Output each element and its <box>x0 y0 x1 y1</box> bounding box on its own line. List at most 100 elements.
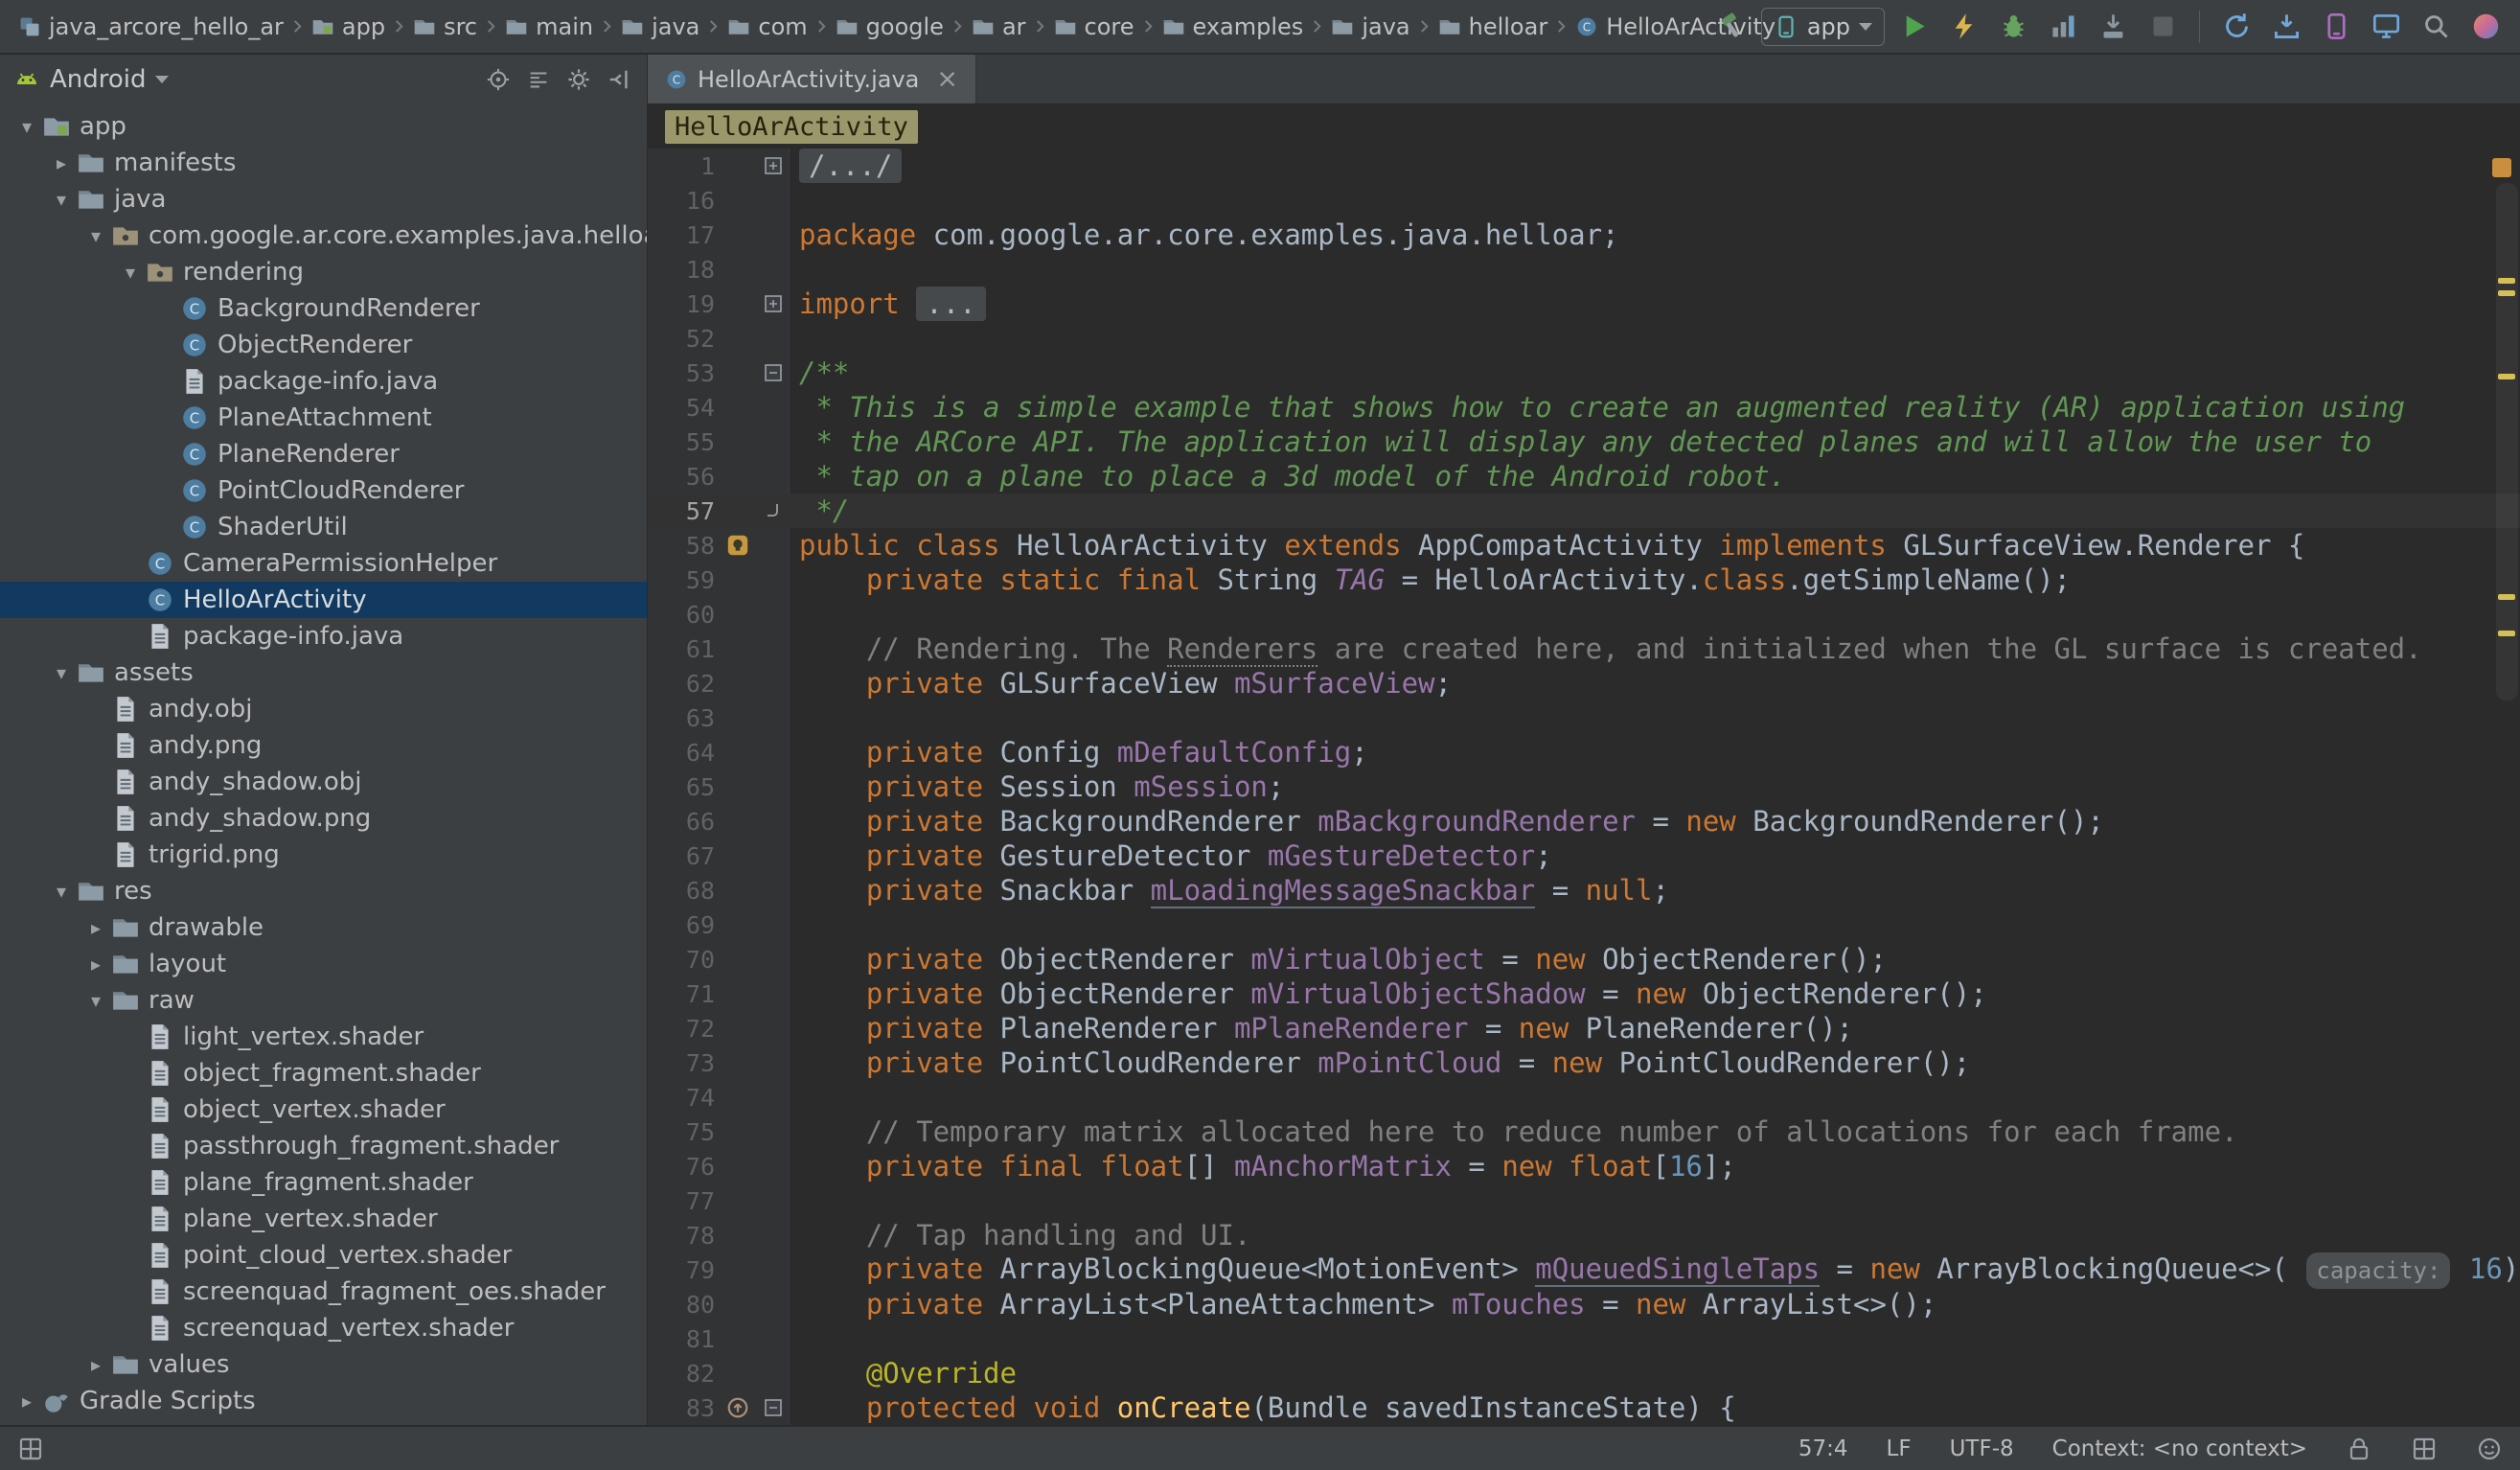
warning-stripe-mark[interactable] <box>2498 278 2515 284</box>
code-line-53[interactable]: 53/** <box>648 356 2520 390</box>
code-line-1[interactable]: 1/.../ <box>648 149 2520 183</box>
tree-item-plane-fragment-shader[interactable]: plane_fragment.shader <box>0 1164 647 1201</box>
fold-marker-end[interactable] <box>757 500 790 521</box>
code-line-74[interactable]: 74 <box>648 1080 2520 1114</box>
caret-position-widget[interactable]: 57:4 <box>1798 1436 1848 1461</box>
fold-marker-minus[interactable] <box>757 362 790 383</box>
code-line-78[interactable]: 78 // Tap handling and UI. <box>648 1218 2520 1252</box>
fold-marker-plus[interactable] <box>757 293 790 314</box>
code-line-16[interactable]: 16 <box>648 183 2520 218</box>
debug-button[interactable] <box>1992 6 2034 48</box>
tree-item-light-vertex-shader[interactable]: light_vertex.shader <box>0 1019 647 1055</box>
code-line-59[interactable]: 59 private static final String TAG = Hel… <box>648 563 2520 597</box>
code-line-63[interactable]: 63 <box>648 701 2520 735</box>
tree-item-package-info-java[interactable]: package-info.java <box>0 618 647 655</box>
code-line-79[interactable]: 79 private ArrayBlockingQueue<MotionEven… <box>648 1252 2520 1287</box>
chevron-down-icon[interactable]: ▾ <box>48 188 75 211</box>
code-line-73[interactable]: 73 private PointCloudRenderer mPointClou… <box>648 1045 2520 1080</box>
stop-button[interactable] <box>2142 6 2184 48</box>
lock-icon[interactable] <box>2346 1436 2372 1462</box>
tree-item-manifests[interactable]: ▸manifests <box>0 145 647 181</box>
code-line-76[interactable]: 76 private final float[] mAnchorMatrix =… <box>648 1149 2520 1183</box>
apply-changes-button[interactable] <box>1942 6 1984 48</box>
tree-item-backgroundrenderer[interactable]: CBackgroundRenderer <box>0 290 647 327</box>
chevron-right-icon[interactable]: ▸ <box>82 1353 109 1376</box>
code-line-61[interactable]: 61 // Rendering. The Renderers are creat… <box>648 632 2520 666</box>
code-line-72[interactable]: 72 private PlaneRenderer mPlaneRenderer … <box>648 1011 2520 1045</box>
tree-item-com-google-ar-core-examples-java-helloar[interactable]: ▾com.google.ar.core.examples.java.helloa… <box>0 218 647 254</box>
code-line-64[interactable]: 64 private Config mDefaultConfig; <box>648 735 2520 769</box>
code-line-60[interactable]: 60 <box>648 597 2520 632</box>
chevron-down-icon[interactable]: ▾ <box>13 115 40 138</box>
hide-panel-button[interactable] <box>601 61 637 98</box>
warning-stripe-mark[interactable] <box>2498 631 2515 636</box>
tree-item-trigrid-png[interactable]: trigrid.png <box>0 837 647 873</box>
layout-inspector-button[interactable] <box>2365 6 2407 48</box>
encoding-widget[interactable]: UTF-8 <box>1950 1436 2014 1461</box>
tree-item-gradle-scripts[interactable]: ▸Gradle Scripts <box>0 1383 647 1419</box>
chevron-down-icon[interactable]: ▾ <box>117 261 144 284</box>
code-line-77[interactable]: 77 <box>648 1183 2520 1218</box>
inspections-profile-icon[interactable] <box>2476 1436 2503 1462</box>
chevron-down-icon[interactable]: ▾ <box>48 661 75 684</box>
code-line-17[interactable]: 17package com.google.ar.core.examples.ja… <box>648 218 2520 252</box>
chevron-down-icon[interactable]: ▾ <box>48 880 75 903</box>
chevron-right-icon[interactable]: ▸ <box>82 916 109 939</box>
tree-item-screenquad-fragment-oes-shader[interactable]: screenquad_fragment_oes.shader <box>0 1274 647 1310</box>
run-config-chip[interactable]: app <box>1761 8 1885 46</box>
tree-item-andy-obj[interactable]: andy.obj <box>0 691 647 727</box>
tree-item-rendering[interactable]: ▾rendering <box>0 254 647 290</box>
code-line-68[interactable]: 68 private Snackbar mLoadingMessageSnack… <box>648 873 2520 907</box>
tree-item-res[interactable]: ▾res <box>0 873 647 909</box>
inspection-indicator[interactable] <box>2492 158 2511 177</box>
code-line-80[interactable]: 80 private ArrayList<PlaneAttachment> mT… <box>648 1287 2520 1321</box>
tree-item-package-info-java[interactable]: package-info.java <box>0 363 647 400</box>
line-ending-widget[interactable]: LF <box>1887 1436 1912 1461</box>
breadcrumb-item-com[interactable]: com <box>722 11 812 42</box>
chevron-down-icon[interactable]: ▾ <box>82 989 109 1012</box>
fold-marker-plus[interactable] <box>757 155 790 176</box>
fold-marker-minus[interactable] <box>757 1397 790 1418</box>
tree-item-object-fragment-shader[interactable]: object_fragment.shader <box>0 1055 647 1091</box>
settings-gear-button[interactable] <box>561 61 597 98</box>
code-line-54[interactable]: 54 * This is a simple example that shows… <box>648 390 2520 425</box>
code-line-62[interactable]: 62 private GLSurfaceView mSurfaceView; <box>648 666 2520 701</box>
current-scope-chip[interactable]: HelloArActivity <box>665 110 918 144</box>
code-line-67[interactable]: 67 private GestureDetector mGestureDetec… <box>648 838 2520 873</box>
breadcrumb-item-main[interactable]: main <box>500 11 598 42</box>
tree-item-shaderutil[interactable]: CShaderUtil <box>0 509 647 545</box>
breadcrumb-item-examples[interactable]: examples <box>1157 11 1309 42</box>
breadcrumb-item-java[interactable]: java <box>616 11 704 42</box>
tree-item-andy-shadow-obj[interactable]: andy_shadow.obj <box>0 764 647 800</box>
tree-item-assets[interactable]: ▾assets <box>0 655 647 691</box>
breadcrumb-item-app[interactable]: app <box>307 11 390 42</box>
locate-file-button[interactable] <box>480 61 516 98</box>
toolwindow-switcher-icon[interactable] <box>17 1436 44 1462</box>
chevron-down-icon[interactable]: ▾ <box>82 224 109 247</box>
code-line-82[interactable]: 82 @Override <box>648 1356 2520 1390</box>
code-line-18[interactable]: 18 <box>648 252 2520 287</box>
avd-manager-button[interactable] <box>2315 6 2357 48</box>
tree-item-planeattachment[interactable]: CPlaneAttachment <box>0 400 647 436</box>
tree-item-passthrough-fragment-shader[interactable]: passthrough_fragment.shader <box>0 1128 647 1164</box>
panels-icon[interactable] <box>2411 1436 2438 1462</box>
tree-item-drawable[interactable]: ▸drawable <box>0 909 647 946</box>
profile-avatar[interactable] <box>2464 6 2507 48</box>
tree-item-point-cloud-vertex-shader[interactable]: point_cloud_vertex.shader <box>0 1237 647 1274</box>
overrides-method-icon[interactable] <box>719 1393 757 1422</box>
code-line-71[interactable]: 71 private ObjectRenderer mVirtualObject… <box>648 976 2520 1011</box>
code-line-75[interactable]: 75 // Temporary matrix allocated here to… <box>648 1114 2520 1149</box>
breadcrumb-item-src[interactable]: src <box>408 11 482 42</box>
build-project-button[interactable] <box>1711 6 1753 48</box>
tree-item-screenquad-vertex-shader[interactable]: screenquad_vertex.shader <box>0 1310 647 1346</box>
code-line-19[interactable]: 19import ... <box>648 287 2520 321</box>
editor-tab[interactable]: C HelloArActivity.java × <box>648 55 976 103</box>
scroll-error-stripe[interactable] <box>2493 149 2520 1425</box>
code-line-55[interactable]: 55 * the ARCore API. The application wil… <box>648 425 2520 459</box>
intention-bulb-icon[interactable] <box>719 531 757 560</box>
tree-item-values[interactable]: ▸values <box>0 1346 647 1383</box>
code-line-83[interactable]: 83 protected void onCreate(Bundle savedI… <box>648 1390 2520 1425</box>
tree-item-layout[interactable]: ▸layout <box>0 946 647 982</box>
profiler-button[interactable] <box>2042 6 2084 48</box>
chevron-right-icon[interactable]: ▸ <box>48 151 75 174</box>
